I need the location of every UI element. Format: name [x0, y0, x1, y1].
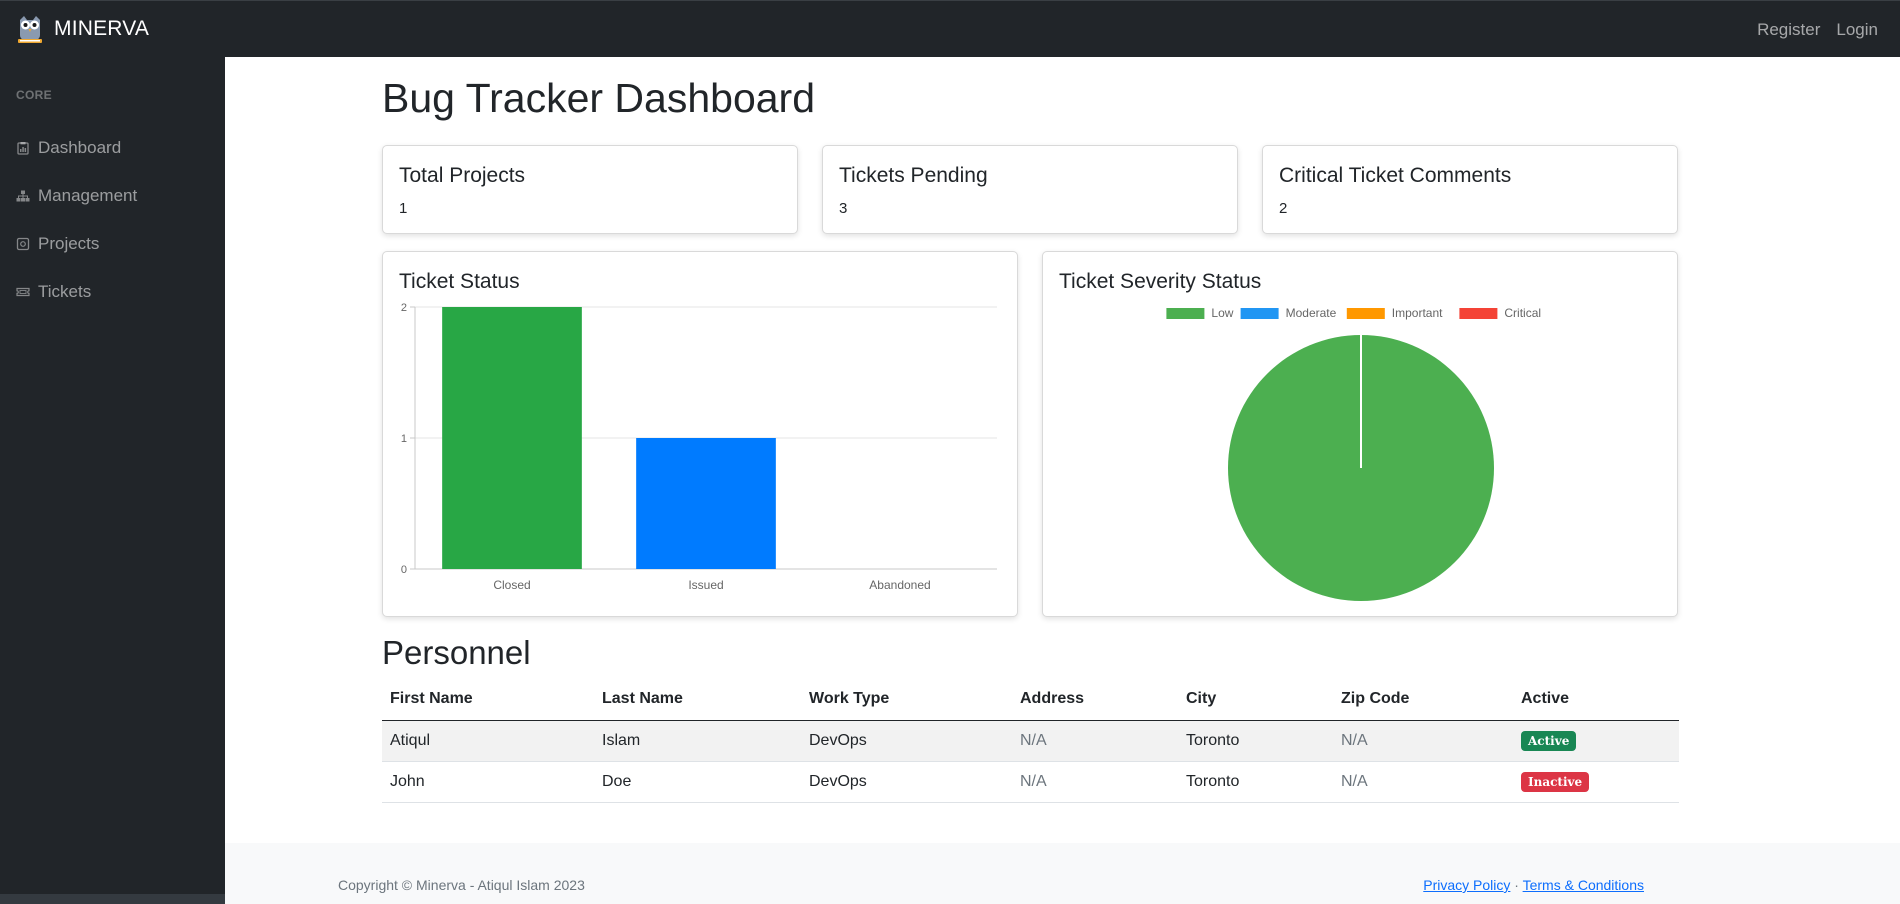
- legend-label[interactable]: Important: [1392, 306, 1443, 320]
- brand-name: MINERVA: [54, 17, 150, 40]
- x-tick-label: Issued: [688, 578, 723, 592]
- column-header: Address: [1012, 679, 1178, 721]
- footer: Copyright © Minerva - Atiqul Islam 2023 …: [225, 843, 1900, 904]
- stat-card-value: 1: [399, 200, 408, 217]
- bar-issued: [636, 438, 776, 569]
- sidebar-item-tickets[interactable]: Tickets: [0, 268, 225, 316]
- sidebar: CORE Dashboard Management Projects Ticke…: [0, 57, 225, 904]
- terms-conditions-link[interactable]: Terms & Conditions: [1523, 877, 1644, 893]
- ticket-severity-pie-chart: Low Moderate Important Critical: [1166, 306, 1541, 601]
- stat-card-value: 3: [839, 200, 848, 217]
- legend-swatch-moderate[interactable]: [1240, 308, 1279, 319]
- sidebar-item-label: Management: [38, 186, 138, 205]
- stat-card-total-projects: Total Projects 1: [382, 145, 798, 234]
- main-content: Bug Tracker Dashboard Total Projects 1 T…: [225, 57, 1900, 904]
- first-name-cell: Atiqul: [382, 720, 594, 762]
- sidebar-item-label: Dashboard: [38, 138, 122, 157]
- address-cell: N/A: [1012, 720, 1178, 762]
- stat-card-critical-comments: Critical Ticket Comments 2: [1262, 145, 1678, 234]
- column-header: Work Type: [801, 679, 1012, 721]
- copyright-text: Copyright © Minerva - Atiqul Islam 2023: [338, 877, 585, 893]
- legend-swatch-important[interactable]: [1346, 308, 1385, 319]
- column-header: First Name: [382, 679, 594, 721]
- city-cell: Toronto: [1178, 720, 1333, 762]
- column-header: Active: [1513, 679, 1679, 721]
- legend-label[interactable]: Low: [1211, 306, 1233, 320]
- ticket-severity-card: Ticket Severity Status Low Moderate Import…: [1042, 251, 1678, 617]
- register-link[interactable]: Register: [1757, 20, 1820, 40]
- page-title: Bug Tracker Dashboard: [382, 75, 816, 121]
- status-badge: Active: [1521, 730, 1577, 751]
- legend-label[interactable]: Moderate: [1286, 306, 1337, 320]
- ticket-icon: [16, 285, 30, 299]
- stat-card-value: 2: [1279, 200, 1288, 217]
- sidebar-item-projects[interactable]: Projects: [0, 220, 225, 268]
- zip-code-cell: N/A: [1333, 761, 1513, 803]
- owl-logo-icon: [18, 16, 42, 43]
- stat-card-title: Critical Ticket Comments: [1279, 164, 1512, 187]
- bar-closed: [442, 307, 582, 569]
- sidebar-scrollbar[interactable]: [0, 894, 225, 904]
- sidebar-item-label: Tickets: [38, 282, 92, 301]
- sitemap-icon: [16, 189, 30, 203]
- legend-label[interactable]: Critical: [1504, 306, 1541, 320]
- footer-links: Privacy Policy · Terms & Conditions: [1423, 877, 1644, 893]
- footer-separator: ·: [1514, 877, 1519, 893]
- column-header: City: [1178, 679, 1333, 721]
- ticket-status-bar-chart: 0 1 2 Closed Issued Abandoned: [401, 302, 997, 592]
- privacy-policy-link[interactable]: Privacy Policy: [1423, 877, 1510, 893]
- column-header: Zip Code: [1333, 679, 1513, 721]
- sidebar-heading: CORE: [16, 88, 52, 102]
- status-badge: Inactive: [1521, 771, 1590, 792]
- city-cell: Toronto: [1178, 761, 1333, 803]
- table-header-row: First Name Last Name Work Type Address C…: [382, 679, 1679, 721]
- x-tick-label: Closed: [493, 578, 530, 592]
- active-cell: Active: [1513, 720, 1679, 762]
- zip-code-cell: N/A: [1333, 720, 1513, 762]
- y-tick-label: 0: [401, 564, 407, 576]
- stat-card-title: Total Projects: [399, 164, 526, 187]
- sidebar-item-dashboard[interactable]: Dashboard: [0, 124, 225, 172]
- personnel-title: Personnel: [382, 634, 531, 671]
- work-type-cell: DevOps: [801, 720, 1012, 762]
- sidebar-item-label: Projects: [38, 234, 100, 253]
- stat-card-tickets-pending: Tickets Pending 3: [822, 145, 1238, 234]
- login-link[interactable]: Login: [1836, 20, 1878, 40]
- first-name-cell: John: [382, 761, 594, 803]
- y-tick-label: 1: [401, 433, 407, 445]
- project-icon: [16, 237, 30, 251]
- sidebar-item-management[interactable]: Management: [0, 172, 225, 220]
- clipboard-icon: [16, 141, 30, 155]
- last-name-cell: Islam: [594, 720, 801, 762]
- stat-card-title: Tickets Pending: [839, 164, 988, 187]
- legend-swatch-low[interactable]: [1166, 308, 1205, 319]
- brand[interactable]: MINERVA: [14, 13, 149, 45]
- ticket-status-card: Ticket Status 0 1 2 Closed Issued Abandoned: [382, 251, 1018, 617]
- work-type-cell: DevOps: [801, 761, 1012, 803]
- last-name-cell: Doe: [594, 761, 801, 803]
- legend-swatch-critical[interactable]: [1459, 308, 1498, 319]
- x-tick-label: Abandoned: [869, 578, 930, 592]
- active-cell: Inactive: [1513, 761, 1679, 803]
- personnel-table: First Name Last Name Work Type Address C…: [382, 679, 1679, 803]
- y-tick-label: 2: [401, 302, 407, 314]
- table-row: Atiqul Islam DevOps N/A Toronto N/A Acti…: [382, 720, 1679, 762]
- address-cell: N/A: [1012, 761, 1178, 803]
- column-header: Last Name: [594, 679, 801, 721]
- top-navbar: MINERVA Register Login: [0, 0, 1900, 57]
- table-row: John Doe DevOps N/A Toronto N/A Inactive: [382, 761, 1679, 803]
